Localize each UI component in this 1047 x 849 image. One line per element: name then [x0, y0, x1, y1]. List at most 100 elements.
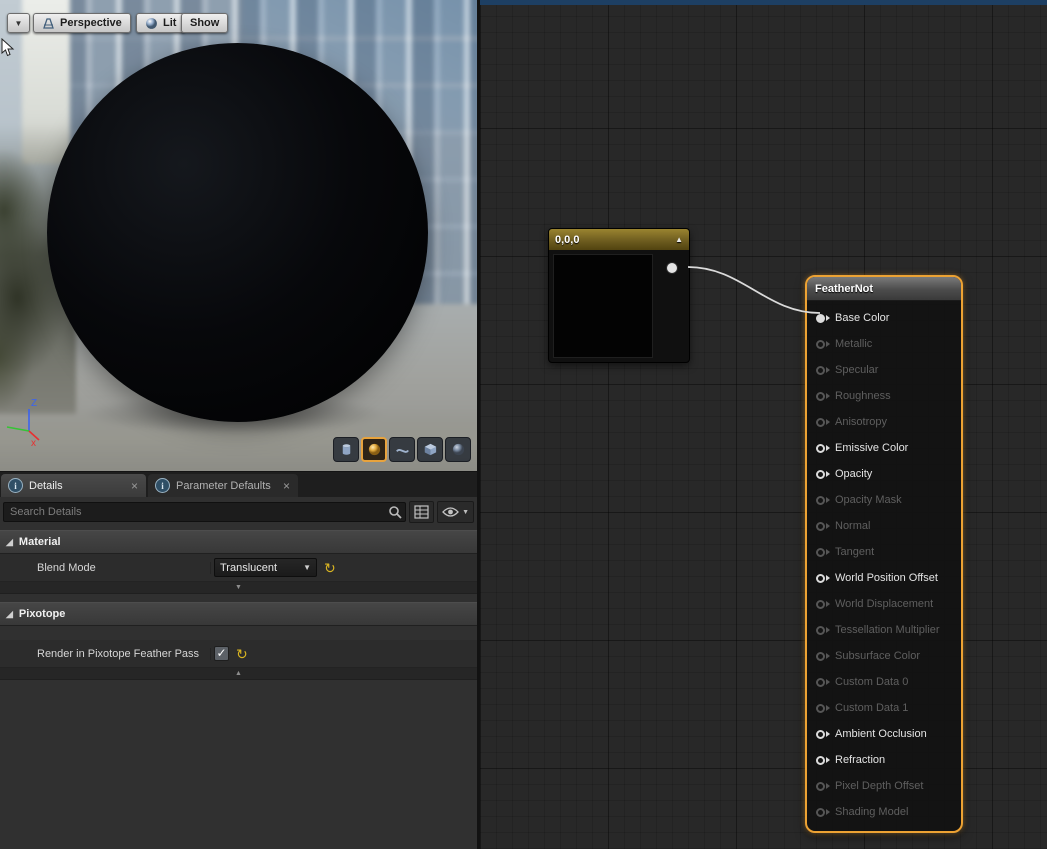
reset-to-default-icon[interactable]: ↺	[236, 647, 248, 661]
pin-circle-icon[interactable]	[816, 704, 825, 713]
blend-mode-dropdown[interactable]: Translucent ▼	[214, 558, 317, 577]
pin-circle-icon[interactable]	[816, 470, 825, 479]
reset-to-default-icon[interactable]: ↺	[324, 561, 336, 575]
tab-details[interactable]: i Details ×	[1, 474, 146, 497]
pin-world-displacement[interactable]: World Displacement	[807, 591, 961, 617]
collapse-triangle-icon[interactable]: ▲	[675, 235, 683, 244]
pin-pixel-depth-offset[interactable]: Pixel Depth Offset	[807, 773, 961, 799]
perspective-button[interactable]: Perspective	[33, 13, 131, 33]
feather-pass-checkbox[interactable]: ✓	[214, 646, 229, 661]
preview-sphere-mesh[interactable]	[47, 43, 428, 422]
material-result-node[interactable]: FeatherNot Base Color Metallic Specular Rou…	[805, 275, 963, 833]
feather-pass-value-cell: ✓ ↺	[211, 646, 248, 661]
constant-node-header[interactable]: 0,0,0 ▲	[549, 229, 689, 250]
pin-opacity[interactable]: Opacity	[807, 461, 961, 487]
pin-anisotropy[interactable]: Anisotropy	[807, 409, 961, 435]
close-icon[interactable]: ×	[131, 480, 138, 492]
pin-subsurface-color[interactable]: Subsurface Color	[807, 643, 961, 669]
pin-base-color[interactable]: Base Color	[807, 305, 961, 331]
pin-circle-icon[interactable]	[816, 678, 825, 687]
pin-label: Normal	[835, 520, 870, 532]
pin-label: Base Color	[835, 312, 889, 324]
preview-shape-cylinder-button[interactable]	[333, 437, 359, 462]
constant-node-title: 0,0,0	[555, 234, 579, 246]
pin-tessellation-multiplier[interactable]: Tessellation Multiplier	[807, 617, 961, 643]
pin-circle-icon[interactable]	[816, 808, 825, 817]
pin-tangent[interactable]: Tangent	[807, 539, 961, 565]
pin-shading-model[interactable]: Shading Model	[807, 799, 961, 825]
preview-viewport[interactable]: ▼ Perspective Lit Show Z x	[0, 0, 477, 471]
pin-specular[interactable]: Specular	[807, 357, 961, 383]
material-graph-canvas[interactable]: 0,0,0 ▲ FeatherNot Base Color Metallic Spe…	[480, 0, 1047, 849]
pin-circle-icon[interactable]	[816, 366, 825, 375]
mouse-cursor	[1, 38, 17, 58]
details-tabbar: i Details × i Parameter Defaults ×	[0, 472, 477, 497]
pin-normal[interactable]: Normal	[807, 513, 961, 539]
grid-icon	[414, 505, 429, 519]
pin-label: Custom Data 1	[835, 702, 908, 714]
pixotope-section-header[interactable]: ◢ Pixotope	[0, 602, 477, 626]
property-matrix-button[interactable]	[409, 501, 434, 523]
pin-circle-icon[interactable]	[816, 756, 825, 765]
perspective-label: Perspective	[60, 17, 122, 29]
material-advanced-expander[interactable]: ▼	[0, 582, 477, 594]
pin-roughness[interactable]: Roughness	[807, 383, 961, 409]
pin-circle-icon[interactable]	[816, 314, 825, 323]
material-node-title: FeatherNot	[815, 283, 873, 295]
close-icon[interactable]: ×	[283, 480, 290, 492]
pixotope-collapse-expander[interactable]: ▲	[0, 668, 477, 680]
pin-circle-icon[interactable]	[816, 730, 825, 739]
material-section-header[interactable]: ◢ Material	[0, 530, 477, 554]
material-node-header[interactable]: FeatherNot	[807, 277, 961, 301]
tab-parameter-defaults[interactable]: i Parameter Defaults ×	[148, 474, 298, 497]
feather-pass-row: Render in Pixotope Feather Pass ✓ ↺	[0, 640, 477, 668]
pin-label: Emissive Color	[835, 442, 908, 454]
pin-circle-icon[interactable]	[816, 496, 825, 505]
pin-circle-icon[interactable]	[816, 600, 825, 609]
viewport-options-dropdown-button[interactable]: ▼	[7, 13, 30, 33]
pin-custom-data-1[interactable]: Custom Data 1	[807, 695, 961, 721]
pin-circle-icon[interactable]	[816, 418, 825, 427]
material-node-pins: Base Color Metallic Specular RoughnessAniso…	[807, 301, 961, 831]
show-menu-button[interactable]: Show	[181, 13, 228, 33]
axis-gizmo: Z x	[2, 394, 50, 448]
pin-refraction[interactable]: Refraction	[807, 747, 961, 773]
preview-shape-sphere-button[interactable]	[361, 437, 387, 462]
pin-circle-icon[interactable]	[816, 626, 825, 635]
search-details-input[interactable]	[3, 502, 406, 522]
pin-circle-icon[interactable]	[816, 574, 825, 583]
pin-circle-icon[interactable]	[816, 444, 825, 453]
pin-ambient-occlusion[interactable]: Ambient Occlusion	[807, 721, 961, 747]
pin-circle-icon[interactable]	[816, 392, 825, 401]
sphere-icon	[367, 442, 382, 457]
cube-icon	[423, 442, 438, 457]
pin-custom-data-0[interactable]: Custom Data 0	[807, 669, 961, 695]
pin-emissive-color[interactable]: Emissive Color	[807, 435, 961, 461]
preview-shape-cube-button[interactable]	[417, 437, 443, 462]
pin-circle-icon[interactable]	[816, 548, 825, 557]
pin-world-position-offset[interactable]: World Position Offset	[807, 565, 961, 591]
chevron-down-icon: ▼	[303, 563, 311, 572]
search-icon	[388, 505, 402, 519]
pin-circle-icon[interactable]	[816, 340, 825, 349]
lit-mode-button[interactable]: Lit	[136, 13, 185, 33]
constant-color-node[interactable]: 0,0,0 ▲	[548, 228, 690, 363]
preview-shape-mesh-button[interactable]	[445, 437, 471, 462]
view-options-button[interactable]: ▼	[437, 501, 474, 523]
cylinder-icon	[339, 442, 354, 457]
pin-label: Refraction	[835, 754, 885, 766]
pin-circle-icon[interactable]	[816, 522, 825, 531]
blend-mode-label: Blend Mode	[0, 562, 211, 574]
pin-circle-icon[interactable]	[816, 652, 825, 661]
constant-output-pin[interactable]	[666, 262, 678, 274]
pin-metallic[interactable]: Metallic	[807, 331, 961, 357]
pin-circle-icon[interactable]	[816, 782, 825, 791]
plane-icon	[395, 442, 410, 457]
expand-triangle-icon: ◢	[6, 537, 13, 548]
pin-opacity-mask[interactable]: Opacity Mask	[807, 487, 961, 513]
preview-shape-plane-button[interactable]	[389, 437, 415, 462]
pin-label: Specular	[835, 364, 878, 376]
constant-color-swatch[interactable]	[553, 254, 653, 358]
show-label: Show	[190, 17, 219, 29]
tab-details-label: Details	[29, 480, 63, 492]
